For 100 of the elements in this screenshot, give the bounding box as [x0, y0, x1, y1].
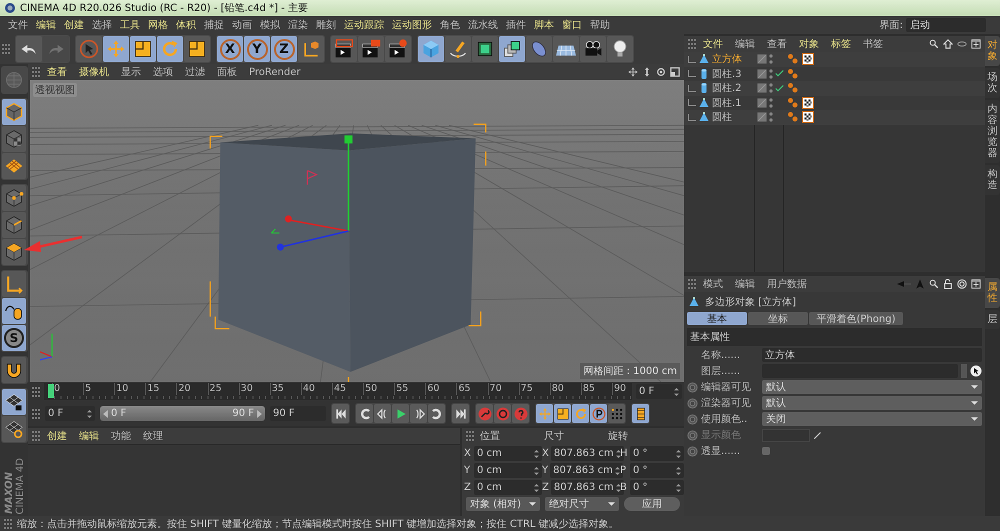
grid-rotate-button[interactable]	[2, 416, 26, 442]
nested-square-button[interactable]	[472, 36, 498, 62]
object-name[interactable]: 圆柱.1	[712, 96, 742, 110]
menu-item[interactable]: 书签	[858, 37, 888, 51]
undo-button[interactable]	[16, 36, 42, 62]
menu-item[interactable]: 过滤	[180, 65, 210, 79]
menu-item[interactable]: 角色	[436, 18, 464, 32]
checkbox[interactable]	[762, 447, 770, 455]
menu-item[interactable]: 编辑	[74, 429, 104, 443]
coordinate-field[interactable]: 0 cm	[474, 463, 542, 478]
point-cube-button[interactable]	[2, 185, 26, 211]
scale-button[interactable]	[554, 404, 571, 423]
scale-button[interactable]	[130, 36, 156, 62]
tab[interactable]: 基本	[687, 312, 747, 325]
skip-end-button[interactable]	[452, 404, 469, 423]
object-name[interactable]: 圆柱	[712, 110, 732, 124]
play-button[interactable]	[392, 404, 409, 423]
menu-item[interactable]: 对象	[794, 37, 824, 51]
size-mode-dropdown[interactable]: 绝对尺寸	[545, 497, 619, 511]
dropdown[interactable]: 关闭	[762, 412, 982, 426]
cursor-button[interactable]	[76, 36, 102, 62]
menu-item[interactable]: 模式	[698, 277, 728, 291]
menu-item[interactable]: 脚本	[530, 18, 558, 32]
timeline-ruler[interactable]: 0 5 10 15 20 25 30 35 40 45 50 55 60 65 70 75 80 85 90	[44, 383, 632, 400]
menu-item[interactable]: 编辑	[32, 18, 60, 32]
menu-item[interactable]: 工具	[116, 18, 144, 32]
grid-plane-button[interactable]	[2, 153, 26, 179]
menu-item[interactable]: 体积	[172, 18, 200, 32]
menu-item[interactable]: 编辑	[730, 37, 760, 51]
menu-item[interactable]: 运动跟踪	[340, 18, 388, 32]
menu-item[interactable]: 选项	[148, 65, 178, 79]
axis-toggle[interactable]: Y	[244, 36, 270, 62]
coordinate-field[interactable]: 0 cm	[474, 446, 542, 461]
menu-item[interactable]: 标签	[826, 37, 856, 51]
menu-item[interactable]: 渲染	[284, 18, 312, 32]
help-button[interactable]	[512, 404, 529, 423]
layout-dropdown[interactable]: 启动	[906, 18, 986, 32]
side-tab[interactable]: 场次	[985, 68, 1000, 98]
menu-item[interactable]: 查看	[42, 65, 72, 79]
scale-button[interactable]	[184, 36, 210, 62]
axis-toggle[interactable]: S	[2, 325, 26, 351]
menu-item[interactable]: 动画	[228, 18, 256, 32]
menu-item[interactable]: 查看	[762, 37, 792, 51]
menu-item[interactable]: 雕刻	[312, 18, 340, 32]
previous-frame-button[interactable]	[374, 404, 391, 423]
key-button[interactable]	[476, 404, 493, 423]
menu-item[interactable]: 显示	[116, 65, 146, 79]
menu-item[interactable]: 选择	[88, 18, 116, 32]
grid-lock-button[interactable]	[2, 389, 26, 415]
dropdown[interactable]: 默认	[762, 380, 982, 394]
parameter-button[interactable]	[590, 404, 607, 423]
floor-button[interactable]	[553, 36, 579, 62]
axis-toggle[interactable]: X	[217, 36, 243, 62]
side-tab[interactable]: 层	[985, 310, 1000, 329]
viewport-background[interactable]: 透视视图 网格间距 : 1000 cm	[30, 80, 684, 382]
move-gizmo[interactable]	[270, 135, 352, 251]
next-frame-button[interactable]	[410, 404, 427, 423]
tab[interactable]: 坐标	[748, 312, 808, 325]
light-bulb-button[interactable]	[607, 36, 633, 62]
coordinate-mode-dropdown[interactable]: 对象 (相对)	[466, 497, 540, 511]
film-strip-button[interactable]	[632, 404, 649, 423]
menu-item[interactable]: 面板	[212, 65, 242, 79]
end-frame-field[interactable]: 90 F	[270, 406, 326, 421]
coordinate-field[interactable]: 0 °	[630, 463, 684, 478]
axes-button[interactable]	[298, 36, 324, 62]
object-name[interactable]: 立方体	[712, 52, 742, 66]
axis-toggle[interactable]: Z	[271, 36, 297, 62]
frame-range-slider[interactable]: 0 F 90 F	[100, 406, 265, 421]
capsule-button[interactable]	[526, 36, 552, 62]
menu-item[interactable]: 模拟	[256, 18, 284, 32]
camera-button[interactable]	[580, 36, 606, 62]
menu-item[interactable]: 创建	[60, 18, 88, 32]
coordinate-field[interactable]: 0 cm	[474, 480, 542, 495]
menu-item[interactable]: 功能	[106, 429, 136, 443]
tab[interactable]: 平滑着色(Phong)	[809, 312, 903, 325]
menu-item[interactable]: 创建	[42, 429, 72, 443]
cube-button[interactable]	[2, 99, 26, 125]
menu-item[interactable]: 网格	[144, 18, 172, 32]
menu-item[interactable]: 文件	[4, 18, 32, 32]
menu-item[interactable]: 编辑	[730, 277, 760, 291]
playhead-marker[interactable]	[48, 384, 54, 398]
axis-button[interactable]	[2, 271, 26, 297]
menu-item[interactable]: 运动图形	[388, 18, 436, 32]
menu-item[interactable]: 帮助	[586, 18, 614, 32]
name-field[interactable]: 立方体	[762, 348, 982, 362]
side-tab[interactable]: 对象	[985, 36, 1000, 66]
object-name[interactable]: 圆柱.3	[712, 66, 742, 81]
menu-item[interactable]: 插件	[502, 18, 530, 32]
start-frame-field[interactable]: 0 F	[45, 406, 95, 421]
coordinate-field[interactable]: 0 °	[630, 480, 684, 495]
dropdown[interactable]: 默认	[762, 396, 982, 410]
object-name[interactable]: 圆柱.2	[712, 81, 742, 96]
autokey-button[interactable]	[494, 404, 511, 423]
mouse-button[interactable]	[2, 298, 26, 324]
menu-item[interactable]: 窗口	[558, 18, 586, 32]
next-key-button[interactable]	[428, 404, 445, 423]
clapperboard-button[interactable]	[331, 36, 357, 62]
menu-item[interactable]: 捕捉	[200, 18, 228, 32]
apply-button[interactable]: 应用	[624, 497, 680, 511]
side-tab[interactable]: 内容浏览器	[985, 100, 1000, 163]
